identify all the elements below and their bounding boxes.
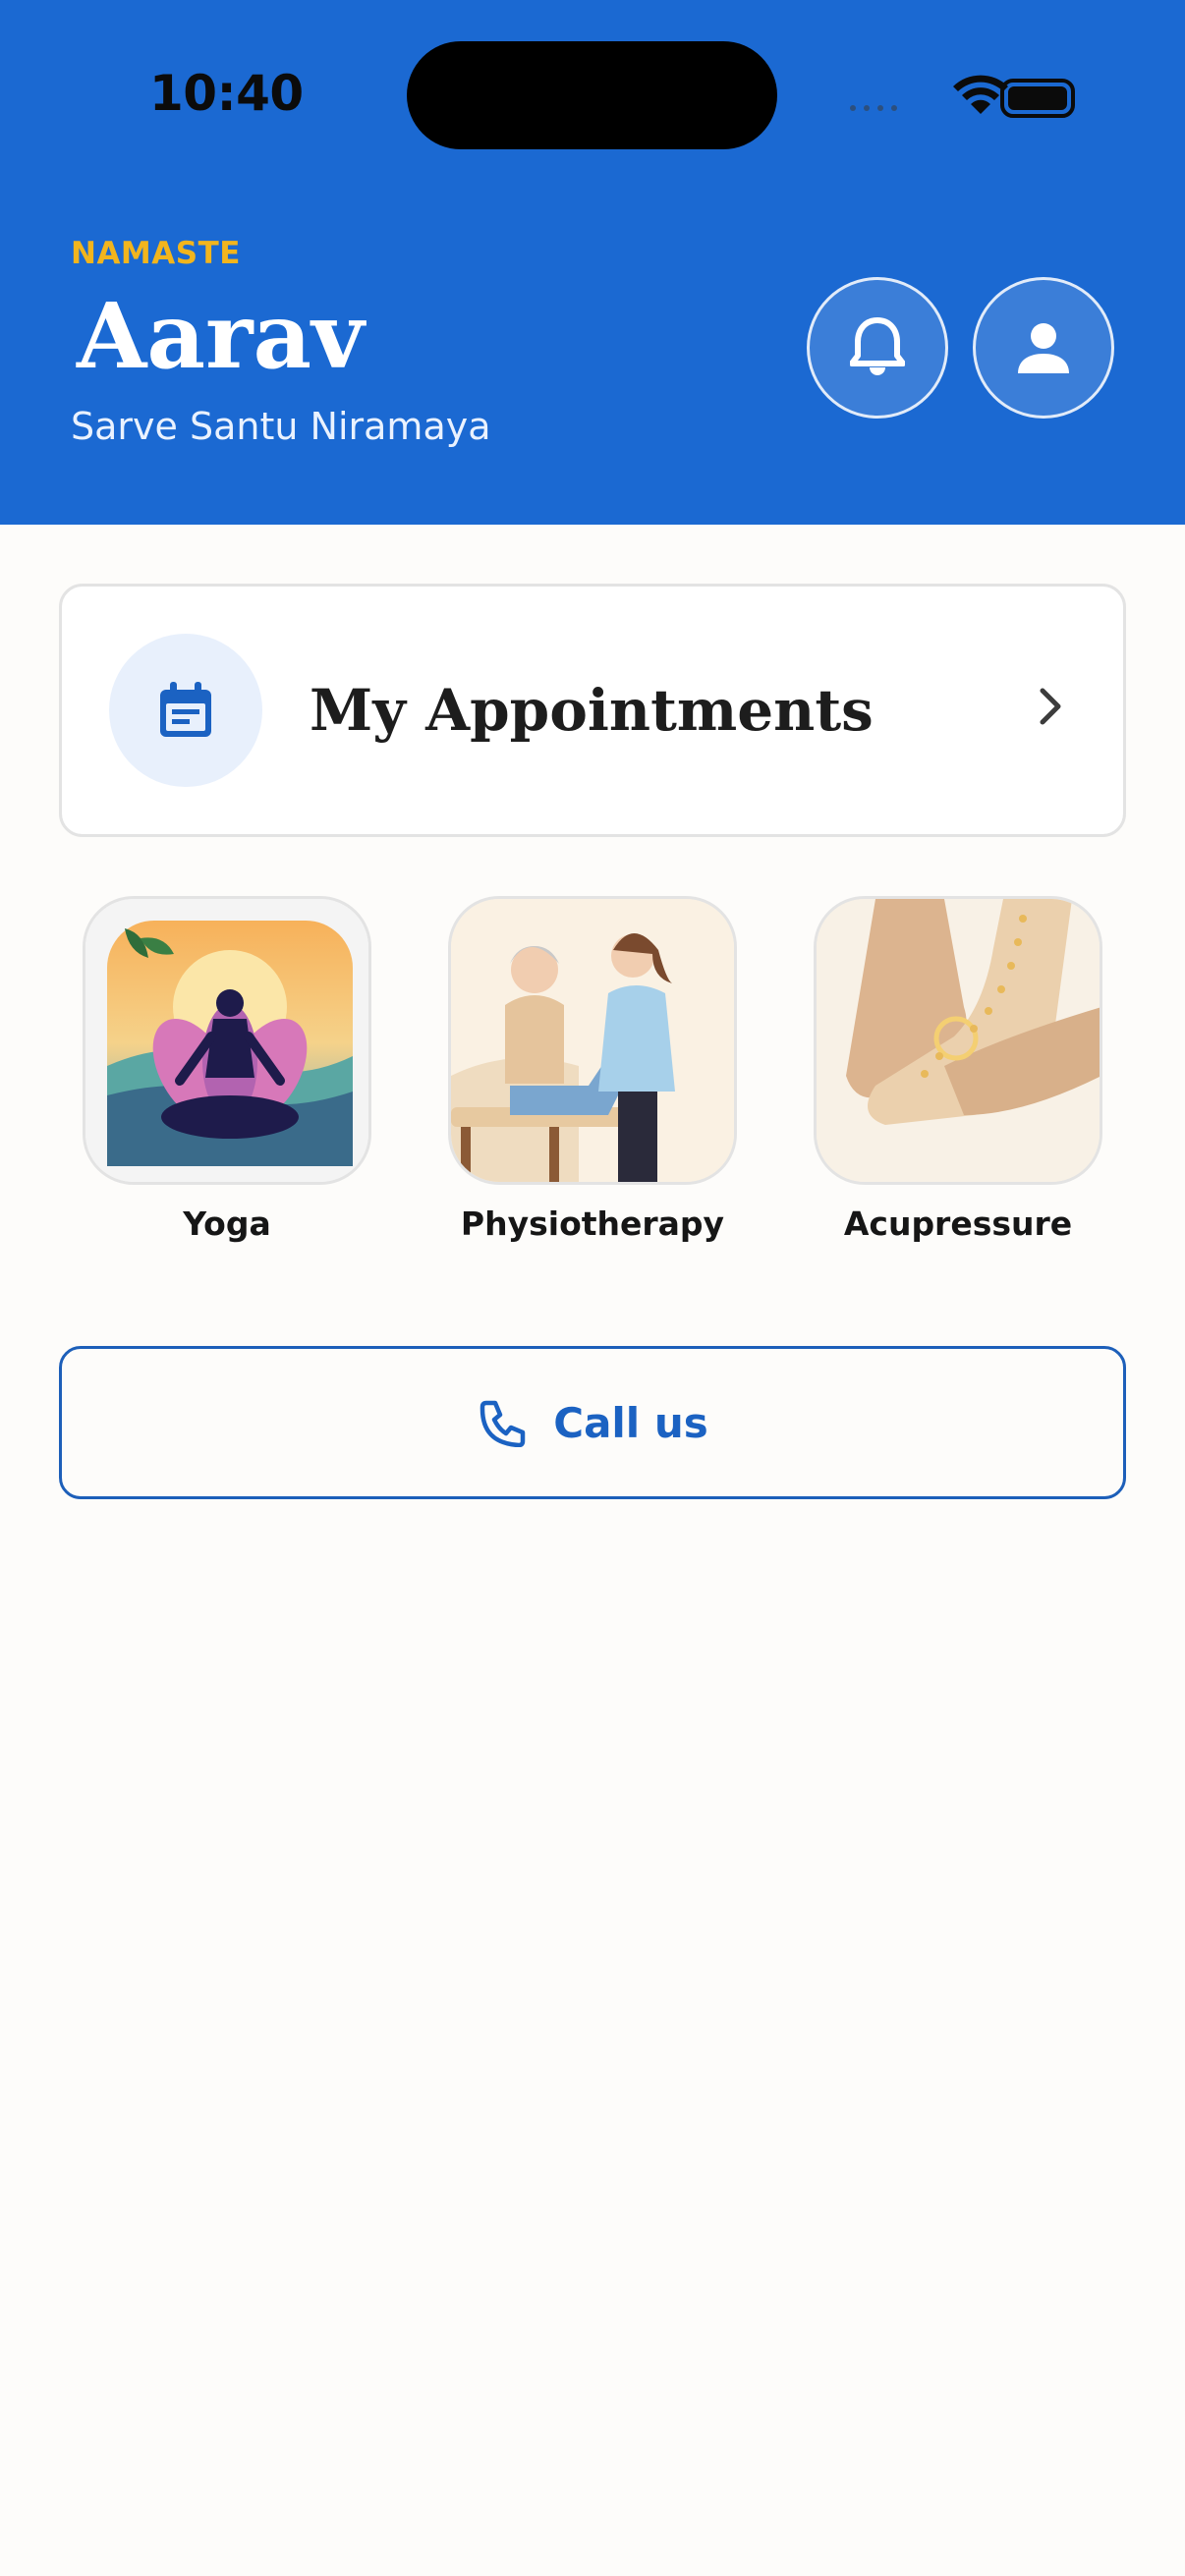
physiotherapy-tile[interactable]: [448, 896, 737, 1185]
header: 10:40 NAMASTE Aarav Sarve Santu Niramaya: [0, 0, 1185, 525]
phone-icon: [480, 1400, 526, 1447]
service-label: Physiotherapy: [460, 1204, 725, 1243]
person-icon: [1018, 323, 1069, 373]
user-name: Aarav: [77, 283, 365, 389]
calendar-icon: [160, 682, 211, 737]
appointments-label: My Appointments: [310, 677, 874, 744]
physiotherapy-illustration: [451, 899, 734, 1182]
status-icons: [850, 75, 1075, 118]
status-time: 10:40: [149, 65, 304, 122]
profile-button[interactable]: [973, 277, 1114, 419]
service-physiotherapy[interactable]: Physiotherapy: [448, 896, 737, 1243]
greeting: NAMASTE: [71, 236, 241, 271]
bell-icon: [850, 317, 905, 375]
notifications-button[interactable]: [807, 277, 948, 419]
dynamic-island: [407, 41, 777, 149]
service-label: Acupressure: [843, 1204, 1073, 1243]
yoga-tile[interactable]: [83, 896, 371, 1185]
acupressure-illustration: [817, 899, 1100, 1182]
battery-icon: [1000, 79, 1075, 118]
service-yoga[interactable]: Yoga: [83, 896, 371, 1243]
service-acupressure[interactable]: Acupressure: [814, 896, 1102, 1243]
call-us-label: Call us: [553, 1398, 708, 1447]
call-us-button[interactable]: Call us: [59, 1346, 1126, 1499]
acupressure-tile[interactable]: [814, 896, 1102, 1185]
appointments-icon-wrap: [109, 634, 262, 787]
cellular-icon: [850, 105, 897, 111]
wifi-icon: [953, 75, 1008, 114]
appointments-card[interactable]: My Appointments: [59, 584, 1126, 837]
chevron-right-icon: [1040, 688, 1061, 725]
service-label: Yoga: [183, 1204, 271, 1243]
yoga-illustration: [85, 899, 368, 1182]
tagline: Sarve Santu Niramaya: [71, 405, 491, 448]
